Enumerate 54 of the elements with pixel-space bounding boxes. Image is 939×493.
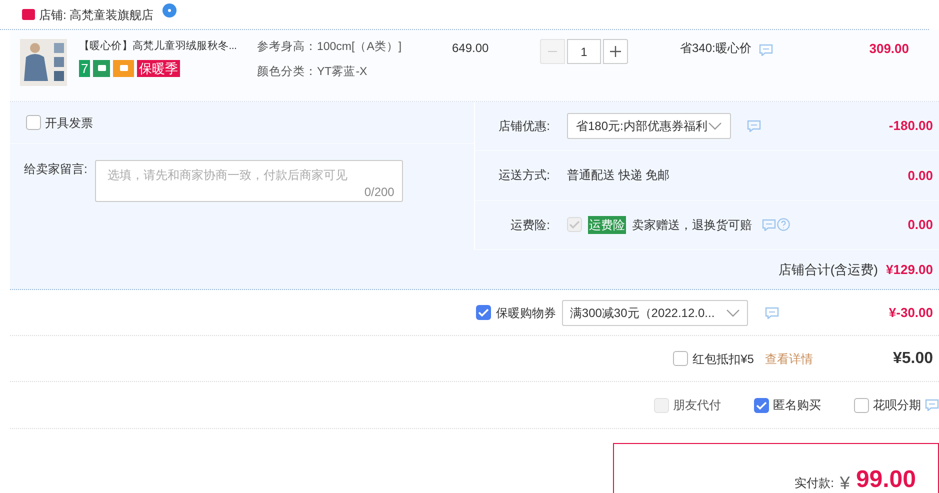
coupon-select[interactable]: 满300减30元（2022.12.0... (562, 300, 748, 326)
option-label: 朋友代付 (673, 397, 721, 414)
help-icon[interactable] (777, 218, 790, 232)
unit-price: 649.00 (452, 40, 490, 57)
chat-icon (762, 218, 776, 231)
promo-text: 省340:暖心价 (680, 40, 752, 57)
insurance-text: 卖家赠送，退换货可赔 (632, 216, 752, 234)
chat-icon (925, 399, 939, 411)
voucher-amount: ¥5.00 (892, 348, 933, 368)
row-label: 运费险: (510, 216, 551, 234)
quantity-field[interactable]: 1 (567, 39, 601, 64)
discount-select[interactable]: 省180元:内部优惠券福利 (567, 113, 731, 140)
checkbox[interactable] (854, 398, 869, 412)
payment-label: 实付款: (794, 475, 834, 492)
plus-icon (610, 46, 621, 57)
payment-amount: 99.00 (856, 468, 916, 492)
invoice-label: 开具发票 (45, 114, 93, 132)
row-amount: 0.00 (908, 216, 933, 234)
badge: 保暖季 (137, 60, 180, 77)
checkbox[interactable] (672, 351, 688, 366)
store-icon (22, 9, 35, 20)
message-field[interactable]: 选填，请先和商家协商一致，付款后商家可见 0/200 (95, 160, 404, 202)
chat-icon (759, 44, 774, 56)
insurance-tag: 运费险 (588, 216, 626, 234)
spec-text: 颜色分类：YT雾蓝-X (257, 64, 368, 80)
shop-total-value: ¥129.00 (886, 260, 933, 279)
option-label: 花呗分期 (873, 397, 921, 414)
row-amount: 0.00 (908, 166, 933, 185)
voucher-label: 红包抵扣¥5 (692, 350, 754, 368)
shop-name: 店铺: 高梵童装旗舰店 (39, 6, 154, 24)
coupon-amount: ¥-30.00 (888, 304, 933, 322)
chat-icon (747, 120, 761, 132)
subtotal: 309.00 (868, 40, 909, 58)
row-label: 运送方式: (498, 167, 551, 184)
option-label: 匿名购买 (773, 397, 821, 414)
spec-text: 参考身高：100cm[（A类）] (257, 39, 403, 55)
item-title[interactable]: 【暖心价】高梵儿童羽绒服秋冬... (79, 39, 257, 55)
checkbox[interactable] (476, 305, 491, 320)
coupon-label: 保暖购物券 (496, 304, 556, 322)
caret-icon (708, 122, 722, 130)
caret-icon (726, 308, 740, 316)
placeholder-text: 选填，请先和商家协商一致，付款后商家可见 (107, 167, 348, 184)
message-label: 给卖家留言: (24, 161, 88, 178)
row-label: 店铺优惠: (498, 118, 551, 136)
badge: 7 (79, 60, 90, 77)
checkbox[interactable] (754, 398, 769, 412)
char-counter: 0/200 (364, 184, 394, 201)
shipping-text: 普通配送 快递 免邮 (567, 167, 670, 184)
chat-icon (764, 306, 779, 318)
checkbox[interactable] (26, 115, 41, 130)
row-amount: -180.00 (888, 117, 933, 136)
shop-total-label: 店铺合计(含运费) (778, 260, 878, 279)
currency-sign: ¥ (840, 474, 850, 492)
plus-button[interactable] (603, 39, 628, 64)
